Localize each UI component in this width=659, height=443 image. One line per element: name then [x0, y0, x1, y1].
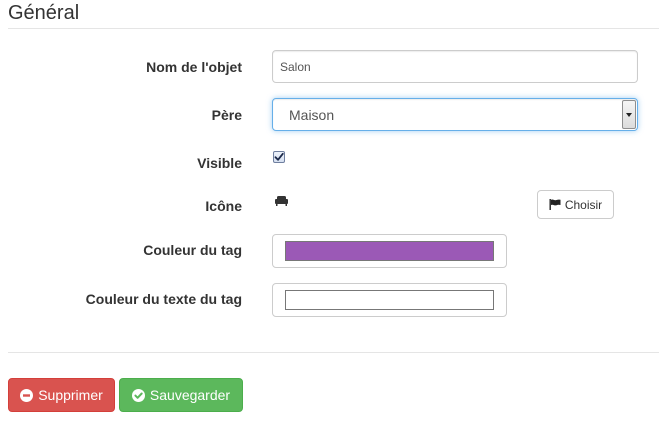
tag-color-input[interactable]: [272, 234, 507, 268]
save-button-label: Sauvegarder: [149, 387, 231, 403]
name-input-value: Salon: [280, 59, 311, 74]
chevron-down-icon[interactable]: [622, 100, 636, 129]
tag-color-label: Couleur du tag: [143, 242, 242, 258]
checkmark-icon: [274, 152, 284, 161]
visible-checkbox[interactable]: [273, 151, 285, 163]
icon-label: Icône: [205, 198, 242, 214]
object-config-page: Général Nom de l'objet Salon Père Maison…: [0, 0, 659, 443]
choose-icon-button[interactable]: Choisir: [537, 190, 614, 219]
delete-button-label: Supprimer: [38, 387, 103, 403]
flag-icon: [549, 199, 561, 210]
check-circle-icon: [131, 388, 145, 402]
name-input[interactable]: Salon: [272, 50, 638, 83]
parent-select[interactable]: Maison: [272, 98, 638, 131]
tag-text-color-swatch: [285, 290, 494, 310]
tag-text-color-label: Couleur du texte du tag: [85, 291, 242, 307]
section-divider: [8, 28, 659, 29]
sofa-icon: [275, 196, 288, 206]
parent-label: Père: [211, 107, 242, 123]
visible-label: Visible: [197, 155, 242, 171]
actions-divider: [8, 352, 659, 353]
save-button[interactable]: Sauvegarder: [119, 378, 243, 412]
parent-select-value: Maison: [289, 106, 335, 123]
section-title: Général: [8, 2, 80, 24]
name-label: Nom de l'objet: [146, 59, 242, 75]
tag-color-swatch: [285, 241, 494, 261]
minus-circle-icon: [20, 388, 34, 402]
tag-text-color-input[interactable]: [272, 283, 507, 317]
choose-icon-button-label: Choisir: [564, 197, 603, 212]
delete-button[interactable]: Supprimer: [8, 378, 115, 412]
